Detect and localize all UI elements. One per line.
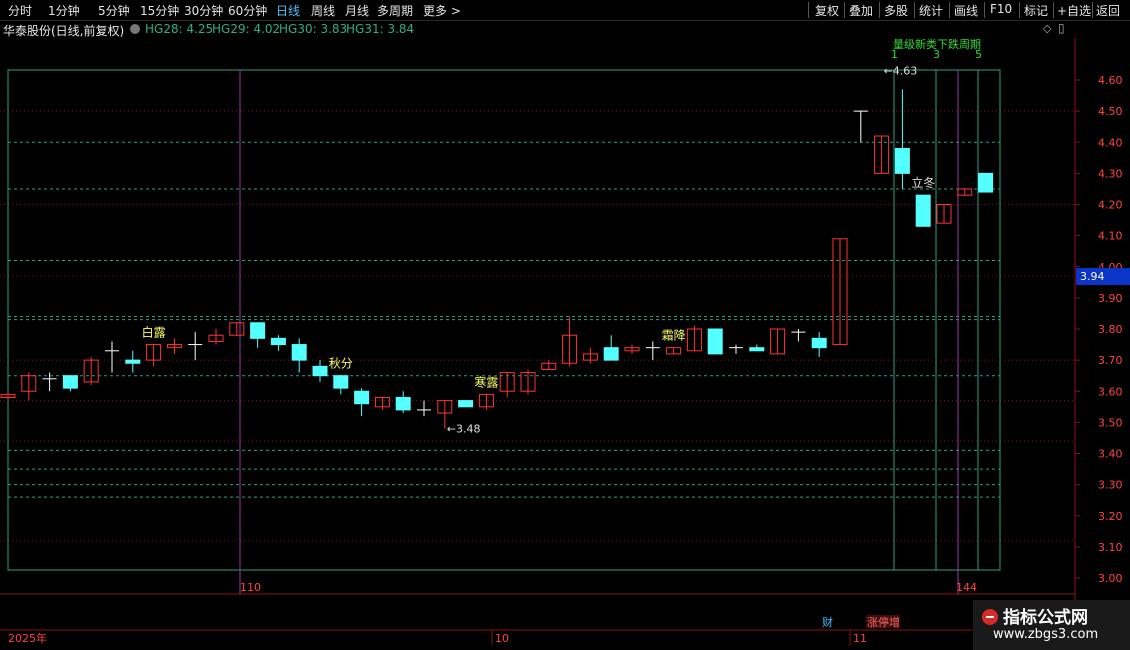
toolbar-divider [1019, 2, 1020, 18]
indicator-title-bar: 华泰股份(日线,前复权) HG28: 4.25 HG29: 4.02 HG30:… [0, 20, 1075, 38]
candle-body [250, 322, 266, 339]
candle-body [333, 375, 349, 389]
indicator-hg31: HG31: 3.84 [346, 22, 415, 36]
candle-body [458, 400, 474, 408]
tab-monthly[interactable]: 月线 [345, 2, 369, 19]
date-axis-label: 10 [495, 632, 509, 645]
cycle-number: 5 [975, 48, 982, 61]
price-tick-label: 4.10 [1098, 230, 1123, 243]
price-extreme-label: ←4.63 [884, 65, 918, 78]
diamond-icon[interactable]: ◇ [1043, 22, 1051, 35]
finance-marker: 财 [822, 615, 833, 629]
indicator-hg30: HG30: 3.83 [279, 22, 348, 36]
f10-button[interactable]: F10 [990, 2, 1012, 16]
price-tick-label: 4.40 [1098, 136, 1123, 149]
watermark-url: www.zbgs3.com [993, 627, 1099, 642]
cycle-frame [7, 69, 1001, 571]
kline-chart[interactable]: 4.604.504.404.304.204.104.003.903.803.70… [0, 38, 1130, 650]
back-button[interactable]: 返回 [1096, 2, 1120, 19]
price-tick-label: 3.10 [1098, 541, 1123, 554]
candle-body [811, 337, 827, 349]
candle-body [915, 194, 931, 227]
indicator-hg29: HG29: 4.02 [212, 22, 281, 36]
candle-body [62, 375, 78, 389]
solar-term-label: 白露 [142, 325, 166, 340]
candle-body [603, 347, 619, 361]
candle-body [395, 396, 411, 411]
candle-body [707, 328, 723, 355]
limit-up-marker: 涨停增 [867, 615, 900, 629]
draw-line-button[interactable]: 画线 [954, 2, 978, 19]
price-extreme-label: ←3.48 [447, 423, 481, 436]
toolbar-divider [1053, 2, 1054, 18]
candle-body [978, 172, 994, 193]
candle-body [312, 365, 328, 377]
cycle-number: 3 [933, 48, 940, 61]
price-tick-label: 3.40 [1098, 448, 1123, 461]
toolbar-divider [914, 2, 915, 18]
tab-5min[interactable]: 5分钟 [98, 2, 130, 19]
price-tick-label: 3.80 [1098, 323, 1123, 336]
overlay-button[interactable]: 叠加 [849, 2, 873, 19]
price-tick-label: 4.60 [1098, 74, 1123, 87]
mark-button[interactable]: 标记 [1024, 2, 1048, 19]
tab-multi-period[interactable]: 多周期 [377, 2, 413, 19]
time-axis-label: 144 [956, 581, 977, 594]
multi-stock-button[interactable]: 多股 [884, 2, 908, 19]
candle-body [749, 347, 765, 352]
price-tick-label: 4.50 [1098, 105, 1123, 118]
site-logo-icon [982, 609, 998, 625]
candle-body [894, 147, 910, 174]
toolbar-divider [1092, 2, 1093, 18]
price-tick-label: 4.30 [1098, 167, 1123, 180]
price-tick-label: 3.70 [1098, 354, 1123, 367]
tab-30min[interactable]: 30分钟 [184, 2, 223, 19]
cycle-number: 1 [891, 48, 898, 61]
toolbar-divider [808, 2, 809, 18]
add-watchlist-button[interactable]: +自选 [1057, 2, 1091, 19]
stats-button[interactable]: 统计 [919, 2, 943, 19]
period-toolbar: 分时 1分钟 5分钟 15分钟 30分钟 60分钟 日线 周线 月线 多周期 更… [0, 0, 1130, 21]
fuquan-button[interactable]: 复权 [815, 2, 839, 19]
price-tick-label: 3.90 [1098, 292, 1123, 305]
tab-more[interactable]: 更多 > [423, 2, 461, 19]
candle-body [270, 337, 286, 346]
toolbar-divider [879, 2, 880, 18]
toolbar-divider [984, 2, 985, 18]
price-tick-label: 3.60 [1098, 385, 1123, 398]
date-axis-label: 11 [853, 632, 867, 645]
toolbar-divider [844, 2, 845, 18]
solar-term-label: 霜降 [662, 329, 686, 343]
toolbar-divider [949, 2, 950, 18]
solar-term-label: 寒露 [474, 374, 498, 389]
candle-body [125, 359, 141, 364]
date-axis-label: 2025年 [8, 631, 47, 645]
time-axis-label: 110 [240, 581, 261, 594]
tab-60min[interactable]: 60分钟 [228, 2, 267, 19]
price-tick-label: 3.50 [1098, 416, 1123, 429]
tab-fenshi[interactable]: 分时 [8, 2, 32, 19]
watermark-title: 指标公式网 [1003, 608, 1088, 628]
tab-15min[interactable]: 15分钟 [140, 2, 179, 19]
price-tick-label: 3.30 [1098, 479, 1123, 492]
stock-title: 华泰股份(日线,前复权) [3, 24, 125, 38]
settings-toggle-icon[interactable] [130, 24, 140, 34]
indicator-hg28: HG28: 4.25 [145, 22, 214, 36]
solar-term-label: 秋分 [329, 357, 353, 371]
tab-weekly[interactable]: 周线 [311, 2, 335, 19]
tab-1min[interactable]: 1分钟 [48, 2, 80, 19]
solar-term-label: 立冬 [911, 175, 935, 190]
current-price-label: 3.94 [1076, 268, 1130, 285]
tab-daily[interactable]: 日线 [276, 2, 300, 19]
candle-body [291, 344, 307, 361]
price-tick-label: 4.20 [1098, 199, 1123, 212]
price-tick-label: 3.00 [1098, 572, 1123, 585]
window-toggle-icon[interactable]: ▯ [1058, 21, 1065, 35]
candle-body [354, 390, 370, 405]
price-tick-label: 3.20 [1098, 510, 1123, 523]
